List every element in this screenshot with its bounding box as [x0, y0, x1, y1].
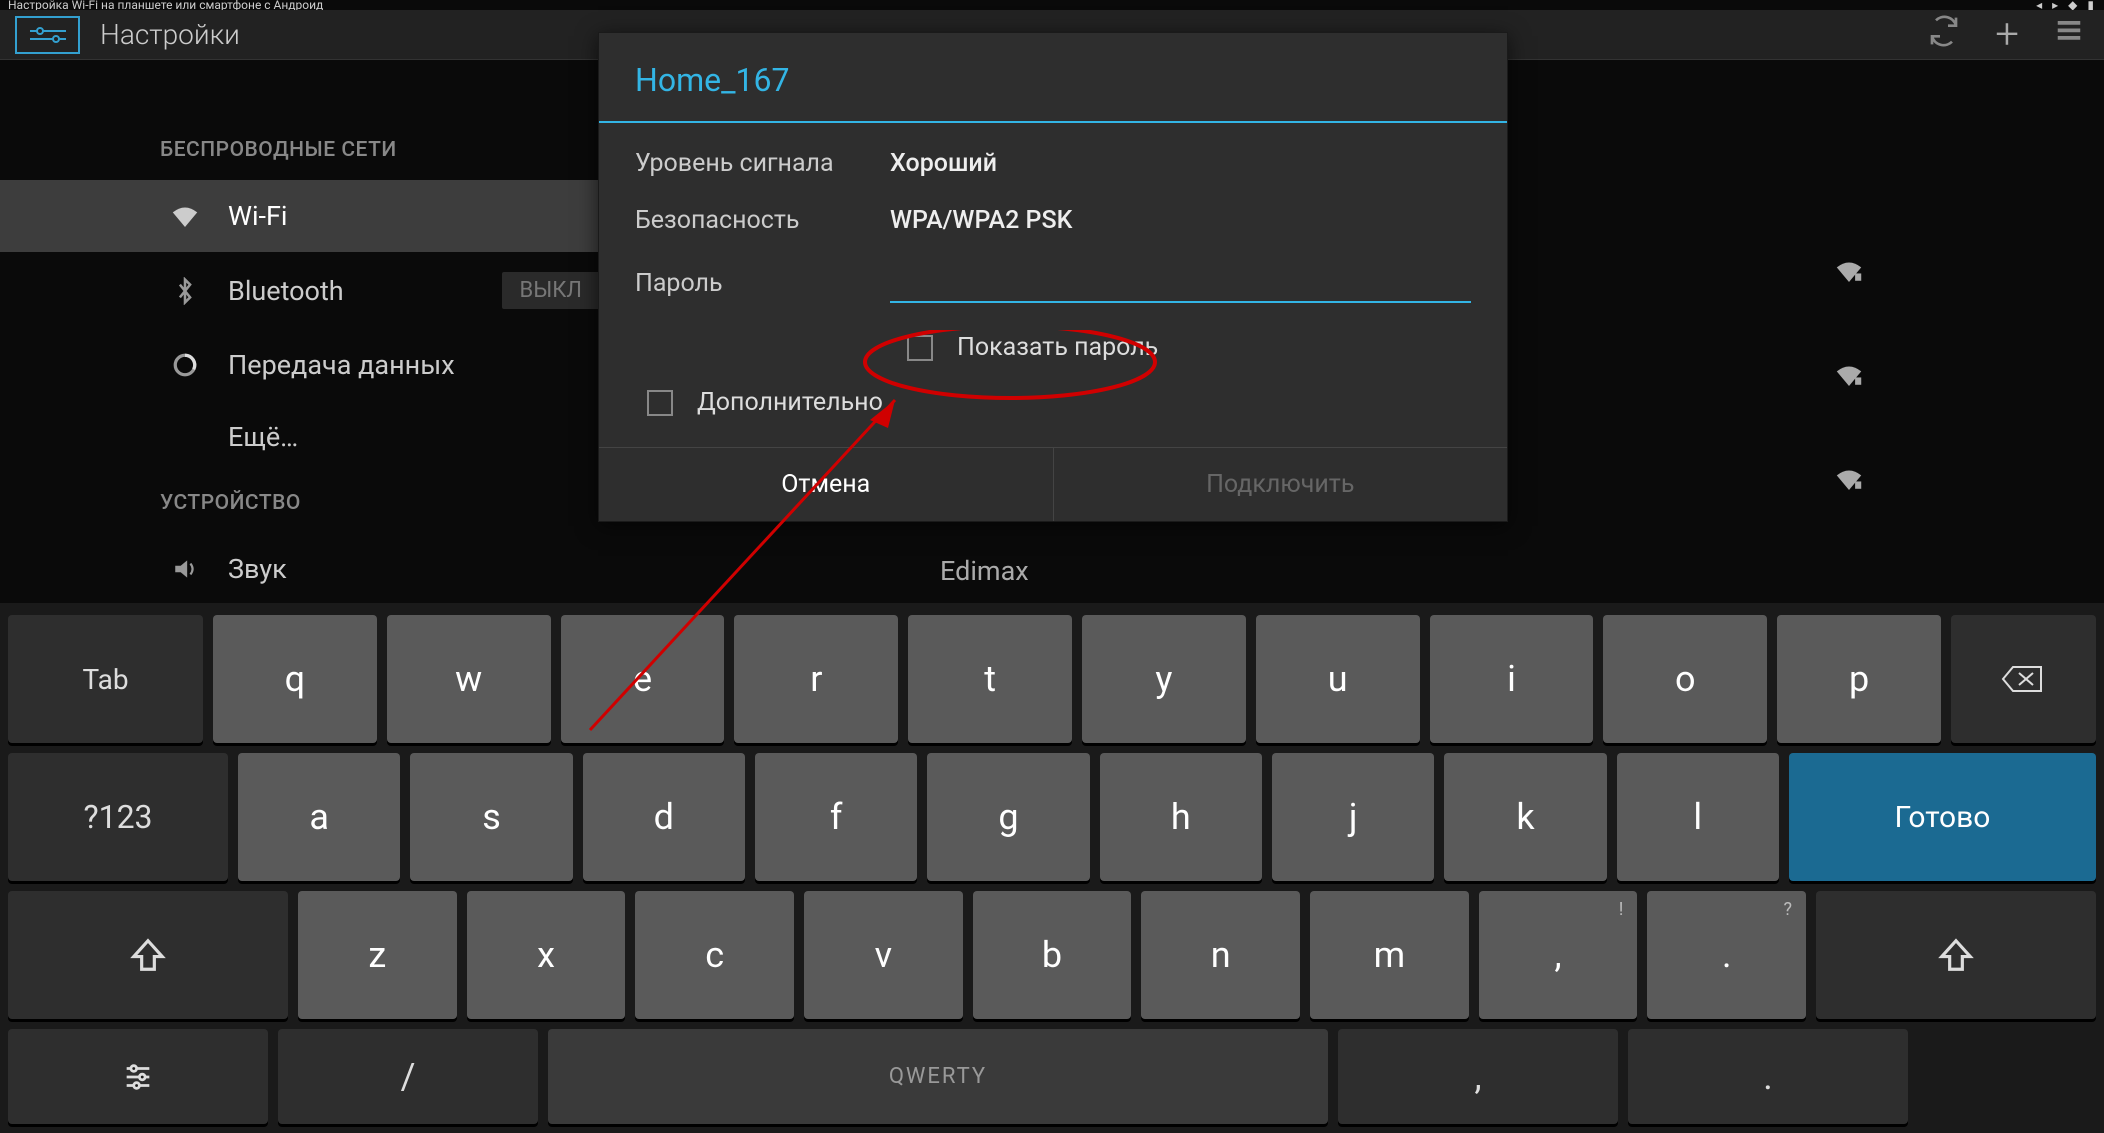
- signal-label: Уровень сигнала: [635, 149, 890, 178]
- key-options[interactable]: [8, 1029, 268, 1124]
- key-e[interactable]: e: [561, 615, 725, 743]
- key-t[interactable]: t: [908, 615, 1072, 743]
- key-p[interactable]: p: [1777, 615, 1941, 743]
- add-icon[interactable]: +: [1995, 10, 2019, 59]
- cancel-button[interactable]: Отмена: [599, 448, 1053, 521]
- sidebar-item-wifi[interactable]: Wi-Fi: [0, 180, 620, 252]
- key-b[interactable]: b: [973, 891, 1132, 1019]
- key-tab[interactable]: Tab: [8, 615, 203, 743]
- sidebar-item-sound[interactable]: Звук: [0, 533, 620, 605]
- page-caption-bar: Настройка Wi-Fi на планшете или смартфон…: [0, 0, 2104, 10]
- dialog-title: Home_167: [599, 33, 1507, 121]
- security-value: WPA/WPA2 PSK: [890, 206, 1072, 235]
- key-w[interactable]: w: [387, 615, 551, 743]
- key-shift-right[interactable]: [1816, 891, 2096, 1019]
- wifi-signal-icon: [1834, 364, 1864, 390]
- key-comma[interactable]: ,!: [1479, 891, 1638, 1019]
- data-usage-icon: [170, 352, 200, 378]
- sound-icon: [170, 558, 200, 580]
- advanced-checkbox[interactable]: [647, 390, 673, 416]
- sidebar-item-more[interactable]: Ещё…: [0, 401, 620, 473]
- key-num-switch[interactable]: ?123: [8, 753, 228, 881]
- key-g[interactable]: g: [927, 753, 1089, 881]
- wifi-icon: [170, 205, 200, 227]
- security-label: Безопасность: [635, 206, 890, 235]
- key-x[interactable]: x: [467, 891, 626, 1019]
- key-a[interactable]: a: [238, 753, 400, 881]
- sidebar-item-bluetooth[interactable]: Bluetooth ВЫКЛ: [0, 252, 620, 329]
- bluetooth-icon: [170, 277, 200, 305]
- key-d[interactable]: d: [583, 753, 745, 881]
- key-i[interactable]: i: [1430, 615, 1594, 743]
- section-header-wireless: БЕСПРОВОДНЫЕ СЕТИ: [0, 120, 620, 180]
- key-shift-left[interactable]: [8, 891, 288, 1019]
- key-z[interactable]: z: [298, 891, 457, 1019]
- sidebar-item-data-usage[interactable]: Передача данных: [0, 329, 620, 401]
- connect-button[interactable]: Подключить: [1053, 448, 1508, 521]
- key-o[interactable]: o: [1603, 615, 1767, 743]
- show-password-row[interactable]: Показать пароль: [635, 317, 1471, 372]
- keyboard-row-2: ?123 a s d f g h j k l Готово: [8, 753, 2096, 881]
- signal-value: Хороший: [890, 149, 997, 178]
- wifi-signal-column: [1834, 260, 1864, 494]
- show-password-label: Показать пароль: [957, 333, 1158, 362]
- key-c[interactable]: c: [635, 891, 794, 1019]
- key-period[interactable]: .?: [1647, 891, 1806, 1019]
- key-m[interactable]: m: [1310, 891, 1469, 1019]
- section-header-device: УСТРОЙСТВО: [0, 473, 620, 533]
- key-n[interactable]: n: [1141, 891, 1300, 1019]
- bluetooth-toggle-off[interactable]: ВЫКЛ: [502, 272, 600, 309]
- wifi-signal-icon: [1834, 260, 1864, 286]
- wifi-connect-dialog: Home_167 Уровень сигнала Хороший Безопас…: [598, 32, 1508, 522]
- key-done[interactable]: Готово: [1789, 753, 2096, 881]
- key-slash[interactable]: /: [278, 1029, 538, 1124]
- settings-title: Настройки: [100, 18, 240, 51]
- advanced-label: Дополнительно: [697, 388, 883, 417]
- dialog-row-signal: Уровень сигнала Хороший: [635, 135, 1471, 192]
- key-r[interactable]: r: [734, 615, 898, 743]
- sidebar-item-label: Передача данных: [228, 349, 455, 381]
- dialog-row-password: Пароль: [635, 249, 1471, 317]
- dialog-row-security: Безопасность WPA/WPA2 PSK: [635, 192, 1471, 249]
- sidebar-item-label: Wi-Fi: [228, 200, 287, 232]
- header-actions: +: [1928, 10, 2084, 59]
- wifi-signal-icon: [1834, 468, 1864, 494]
- keyboard-row-3: z x c v b n m ,! .?: [8, 891, 2096, 1019]
- dialog-buttons: Отмена Подключить: [599, 447, 1507, 521]
- keyboard-row-1: Tab q w e r t y u i o p: [8, 615, 2096, 743]
- key-u[interactable]: u: [1256, 615, 1420, 743]
- key-q[interactable]: q: [213, 615, 377, 743]
- key-s[interactable]: s: [410, 753, 572, 881]
- key-l[interactable]: l: [1617, 753, 1779, 881]
- key-f[interactable]: f: [755, 753, 917, 881]
- wifi-network-edimax: Edimax: [940, 555, 1029, 587]
- key-v[interactable]: v: [804, 891, 963, 1019]
- key-h[interactable]: h: [1100, 753, 1262, 881]
- settings-logo-icon: [15, 16, 80, 54]
- dialog-body: Уровень сигнала Хороший Безопасность WPA…: [599, 123, 1507, 447]
- password-input[interactable]: [890, 263, 1471, 303]
- key-j[interactable]: j: [1272, 753, 1434, 881]
- sidebar-item-label: Звук: [228, 553, 287, 585]
- key-comma-2[interactable]: ,: [1338, 1029, 1618, 1124]
- sidebar-item-label: Bluetooth: [228, 275, 344, 307]
- refresh-icon[interactable]: [1928, 15, 1960, 55]
- soft-keyboard: Tab q w e r t y u i o p ?123 a s d f g h…: [0, 603, 2104, 1133]
- password-label: Пароль: [635, 269, 890, 298]
- sidebar-item-label: Ещё…: [228, 421, 298, 453]
- advanced-row[interactable]: Дополнительно: [635, 372, 1471, 427]
- key-space[interactable]: QWERTY: [548, 1029, 1328, 1124]
- key-backspace[interactable]: [1951, 615, 2096, 743]
- show-password-checkbox[interactable]: [907, 335, 933, 361]
- key-period-2[interactable]: .: [1628, 1029, 1908, 1124]
- key-y[interactable]: y: [1082, 615, 1246, 743]
- menu-icon[interactable]: [2054, 16, 2084, 54]
- keyboard-row-4: / QWERTY , .: [8, 1029, 2096, 1124]
- key-k[interactable]: k: [1444, 753, 1606, 881]
- settings-sidebar: БЕСПРОВОДНЫЕ СЕТИ Wi-Fi Bluetooth ВЫКЛ П…: [0, 60, 620, 605]
